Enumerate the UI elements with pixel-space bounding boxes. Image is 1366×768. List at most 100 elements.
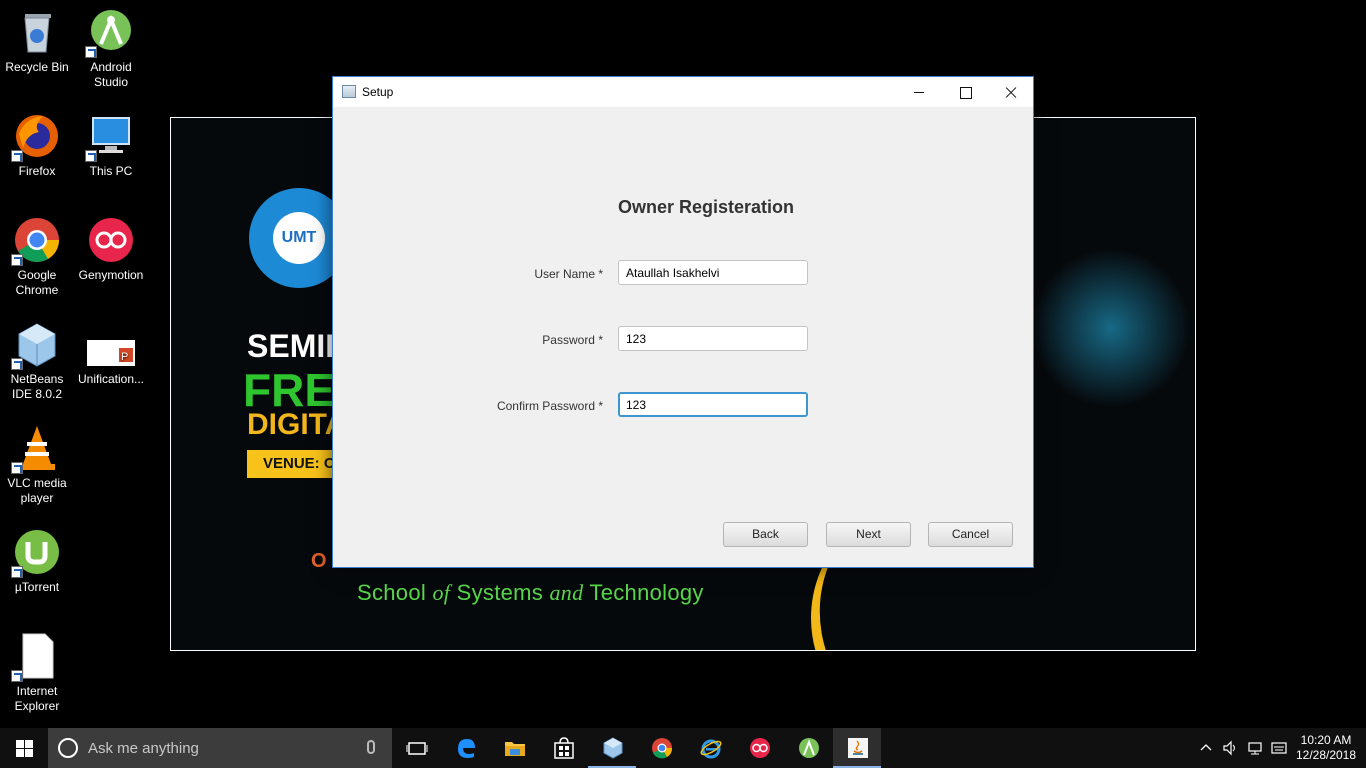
icon-label: NetBeans IDE 8.0.2 (10, 372, 64, 401)
taskbar-edge[interactable] (441, 728, 489, 768)
utorrent-icon (11, 528, 61, 578)
taskbar-file-explorer[interactable] (490, 728, 538, 768)
windows-logo-pane (16, 749, 24, 757)
taskbar-netbeans[interactable] (588, 728, 636, 768)
desktop-icon-android-studio[interactable]: Android Studio (74, 8, 148, 90)
genymotion-icon (87, 216, 135, 264)
next-button[interactable]: Next (826, 522, 911, 547)
desktop-icon-netbeans[interactable]: NetBeans IDE 8.0.2 (0, 320, 74, 402)
icon-label: Android Studio (90, 60, 132, 89)
clock-time: 10:20 AM (1300, 733, 1352, 747)
desktop-icon-recycle-bin[interactable]: Recycle Bin (0, 8, 74, 75)
clock-date: 12/28/2018 (1295, 748, 1357, 762)
taskbar-android-studio[interactable] (784, 728, 832, 768)
vlc-cone-icon (11, 424, 61, 474)
desktop-icon-internet-explorer[interactable]: Internet Explorer (0, 632, 74, 714)
microphone-icon[interactable] (367, 740, 375, 754)
icon-label: Internet Explorer (14, 684, 60, 713)
android-studio-icon (799, 738, 819, 758)
shortcut-arrow-icon (11, 670, 23, 682)
window-titlebar[interactable]: Setup (333, 77, 1033, 107)
minimize-button[interactable] (896, 77, 942, 107)
icon-label: Firefox (18, 164, 56, 178)
task-view-icon (406, 742, 428, 755)
poster-orange-text: O (311, 550, 327, 572)
icon-label: VLC media player (7, 476, 67, 505)
taskbar-genymotion[interactable] (735, 728, 783, 768)
desktop-icon-unification[interactable]: P Unification... (74, 320, 148, 387)
icon-label: µTorrent (14, 580, 60, 594)
java-icon (848, 738, 868, 758)
form-heading: Owner Registeration (617, 197, 795, 217)
android-studio-icon (85, 8, 135, 58)
taskbar-internet-explorer[interactable] (686, 728, 734, 768)
maximize-button[interactable] (942, 77, 988, 107)
svg-text:P: P (121, 351, 128, 363)
desktop-icon-this-pc[interactable]: This PC (74, 112, 148, 179)
powerpoint-file-icon: P (87, 320, 135, 368)
internet-explorer-icon (700, 739, 722, 759)
confirm-password-field[interactable] (618, 392, 808, 417)
taskbar-java-setup[interactable] (833, 728, 881, 768)
taskbar-store[interactable] (539, 728, 587, 768)
desktop-icon-google-chrome[interactable]: Google Chrome (0, 216, 74, 298)
close-button[interactable] (988, 77, 1034, 107)
taskbar: Ask me anything 10:20 AM 12/28/2018 (0, 728, 1366, 768)
start-button[interactable] (0, 728, 48, 768)
java-app-icon (342, 85, 356, 98)
window-title: Setup (362, 85, 394, 99)
cancel-button[interactable]: Cancel (928, 522, 1013, 547)
shortcut-arrow-icon (11, 254, 23, 266)
username-label: User Name * (534, 267, 603, 281)
shortcut-arrow-icon (85, 150, 97, 162)
chrome-icon (11, 216, 61, 266)
desktop-icon-vlc[interactable]: VLC media player (0, 424, 74, 506)
icon-label: Genymotion (78, 268, 144, 282)
search-placeholder: Ask me anything (88, 740, 199, 757)
password-label: Password * (542, 333, 603, 347)
seal-text: UMT (273, 212, 325, 264)
recycle-bin-icon (13, 8, 61, 56)
windows-logo-icon (16, 740, 24, 748)
windows-logo-pane (25, 749, 33, 757)
netbeans-cube-icon (603, 737, 623, 759)
netbeans-cube-icon (11, 320, 61, 370)
chrome-icon (652, 738, 673, 759)
system-clock[interactable]: 10:20 AM 12/28/2018 (1291, 733, 1361, 763)
setup-window: Setup Owner Registeration User Name * Pa… (332, 76, 1034, 568)
back-button[interactable]: Back (723, 522, 808, 547)
cortana-search-box[interactable]: Ask me anything (48, 728, 392, 768)
monitor-icon (85, 112, 135, 162)
confirm-password-label: Confirm Password * (496, 399, 603, 413)
desktop-icon-firefox[interactable]: Firefox (0, 112, 74, 179)
school-part1: School (357, 580, 433, 605)
firefox-icon (11, 112, 61, 162)
icon-label: This PC (89, 164, 133, 178)
network-icon[interactable] (1247, 740, 1263, 756)
blank-file-icon (11, 632, 61, 682)
app-icons-graphic (1031, 248, 1191, 408)
icon-label: Recycle Bin (5, 60, 69, 74)
shortcut-arrow-icon (11, 462, 23, 474)
desktop-icon-utorrent[interactable]: µTorrent (0, 528, 74, 595)
poster-line-1: SEMII (247, 328, 335, 364)
username-field[interactable] (618, 260, 808, 285)
windows-logo-pane (25, 740, 33, 748)
icon-label: Google Chrome (15, 268, 59, 297)
password-field[interactable] (618, 326, 808, 351)
shortcut-arrow-icon (11, 150, 23, 162)
school-part3: Technology (583, 580, 704, 605)
volume-icon[interactable] (1222, 740, 1238, 756)
shortcut-arrow-icon (11, 566, 23, 578)
poster-school-line: School of Systems and Technology (357, 580, 704, 606)
keyboard-icon[interactable] (1271, 740, 1287, 756)
desktop-icon-genymotion[interactable]: Genymotion (74, 216, 148, 283)
desktop: UMT SEMII FRE DIGITA VENUE: C O School o… (0, 0, 1366, 728)
school-and: and (549, 580, 584, 605)
chevron-up-icon[interactable] (1198, 740, 1214, 756)
task-view-button[interactable] (392, 728, 440, 768)
school-part2: Systems (450, 580, 550, 605)
icon-label: Unification... (77, 372, 145, 386)
folder-icon (505, 742, 525, 756)
taskbar-chrome[interactable] (637, 728, 685, 768)
